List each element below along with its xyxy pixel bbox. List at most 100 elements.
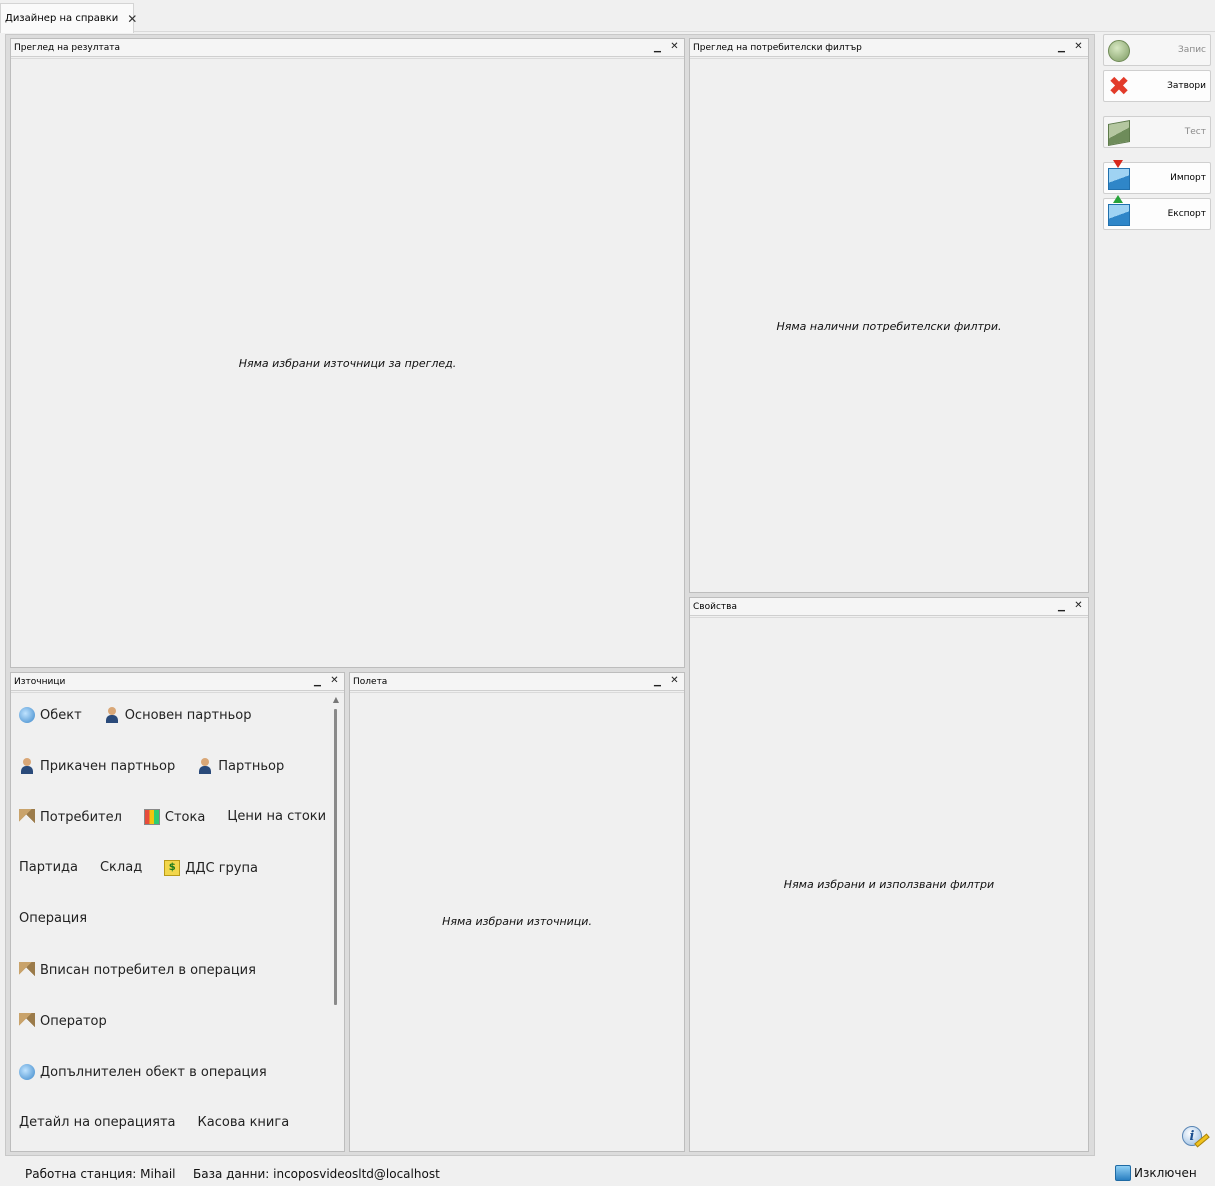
- help-info-icon[interactable]: i: [1180, 1124, 1210, 1154]
- vertical-scrollbar[interactable]: ▲: [330, 695, 342, 1149]
- source-item-label: Стока: [164, 809, 206, 825]
- source-item-label: Оператор: [40, 1013, 107, 1029]
- test-button[interactable]: Тест: [1103, 116, 1211, 148]
- source-item[interactable]: Касова книга: [198, 1115, 290, 1130]
- empty-message: Няма избрани източници.: [442, 915, 592, 928]
- fields-panel: Полета ▁ ✕ Няма избрани източници.: [349, 672, 685, 1152]
- keys-icon: [19, 1013, 35, 1029]
- source-item[interactable]: Потребител: [19, 809, 122, 825]
- source-item-label: Детайл на операцията: [19, 1115, 176, 1130]
- sources-row: Потребител Стока Цени на стоки: [19, 803, 326, 854]
- source-item-label: Склад: [99, 860, 143, 875]
- minimize-icon[interactable]: ▁: [1056, 41, 1067, 53]
- close-button-label: Затвори: [1167, 81, 1206, 91]
- goods-icon: [143, 809, 160, 825]
- user-filter-preview-panel: Преглед на потребителски филтър ▁ ✕ Няма…: [689, 38, 1089, 593]
- save-button-label: Запис: [1178, 45, 1206, 55]
- source-item-label: Потребител: [40, 809, 122, 825]
- panel-body: Обект Основен партньор Прикачен партньор Па…: [11, 692, 344, 1151]
- panel-title: Преглед на резултата: [14, 42, 121, 53]
- logout-icon: [1115, 1165, 1131, 1181]
- export-button-label: Експорт: [1167, 209, 1206, 219]
- panel-header: Източници ▁ ✕: [11, 673, 344, 691]
- properties-panel: Свойства ▁ ✕ Няма избрани и използвани ф…: [689, 597, 1089, 1152]
- source-item-label: Допълнителен обект в операция: [40, 1064, 267, 1080]
- empty-message: Няма избрани и използвани филтри: [783, 878, 995, 891]
- keys-icon: [19, 809, 35, 825]
- panel-title: Свойства: [693, 601, 737, 612]
- source-item[interactable]: $ ДДС група: [164, 860, 258, 876]
- sources-row: Допълнителен обект в операция: [19, 1058, 324, 1109]
- sources-row: Детайл на операцията Касова книга: [19, 1109, 324, 1160]
- person-icon: [197, 758, 213, 774]
- close-button[interactable]: ✖ Затвори: [1103, 70, 1211, 102]
- source-item-label: Прикачен партньор: [40, 758, 176, 774]
- import-button[interactable]: Импорт: [1103, 160, 1211, 194]
- source-item[interactable]: Допълнителен обект в операция: [19, 1064, 267, 1080]
- designer-workarea: Преглед на резултата ▁ ✕ Няма избрани из…: [5, 34, 1095, 1156]
- panel-body: Няма избрани и използвани филтри: [690, 617, 1088, 1151]
- sources-row: Оператор: [19, 1007, 324, 1058]
- source-item-label: Операция: [19, 911, 88, 926]
- test-button-label: Тест: [1184, 127, 1206, 137]
- source-item[interactable]: Склад: [100, 860, 142, 875]
- red-x-icon: ✖: [1108, 72, 1130, 102]
- panel-body: Няма избрани източници.: [350, 692, 684, 1151]
- panel-header: Преглед на потребителски филтър ▁ ✕: [690, 39, 1088, 57]
- minimize-icon[interactable]: ▁: [312, 675, 323, 687]
- source-item[interactable]: Партида: [19, 860, 78, 875]
- keys-icon: [19, 962, 35, 978]
- minimize-icon[interactable]: ▁: [1056, 600, 1067, 612]
- status-bar: Работна станция: Mihail База данни: inco…: [0, 1162, 1215, 1186]
- source-item[interactable]: Обект: [19, 707, 82, 723]
- source-item[interactable]: Прикачен партньор: [19, 758, 175, 774]
- close-icon[interactable]: ✕: [329, 675, 340, 687]
- sources-row: Вписан потребител в операция: [19, 956, 324, 1007]
- box-icon: [1108, 120, 1130, 146]
- logout-button[interactable]: Изключен: [1115, 1165, 1197, 1181]
- source-item-label: Вписан потребител в операция: [40, 962, 256, 978]
- database-status: База данни: incoposvideosltd@localhost: [193, 1167, 440, 1181]
- source-item-label: ДДС група: [185, 860, 258, 876]
- source-item[interactable]: Детайл на операцията: [19, 1115, 176, 1130]
- close-icon[interactable]: ✕: [1073, 41, 1084, 53]
- import-button-label: Импорт: [1170, 173, 1206, 183]
- person-icon: [19, 758, 35, 774]
- source-item[interactable]: Стока: [143, 809, 206, 825]
- scroll-up-arrow-icon[interactable]: ▲: [330, 695, 342, 705]
- source-item[interactable]: Цени на стоки: [227, 809, 326, 824]
- close-icon[interactable]: ✕: [669, 675, 680, 687]
- source-item-label: Касова книга: [197, 1115, 290, 1130]
- source-item[interactable]: Оператор: [19, 1013, 107, 1029]
- money-icon: $: [164, 860, 181, 876]
- panel-header: Преглед на резултата ▁ ✕: [11, 39, 684, 57]
- source-item[interactable]: Вписан потребител в операция: [19, 962, 256, 978]
- export-icon: [1108, 195, 1130, 226]
- result-preview-panel: Преглед на резултата ▁ ✕ Няма избрани из…: [10, 38, 685, 668]
- minimize-icon[interactable]: ▁: [652, 675, 663, 687]
- sources-list: Обект Основен партньор Прикачен партньор Па…: [19, 701, 326, 1160]
- close-icon[interactable]: ✕: [669, 41, 680, 53]
- document-tab-strip: Дизайнер на справки ✕: [0, 0, 1215, 33]
- minimize-icon[interactable]: ▁: [652, 41, 663, 53]
- close-icon[interactable]: ✕: [127, 12, 137, 26]
- globe-icon: [19, 707, 35, 723]
- empty-message: Няма избрани източници за преглед.: [238, 357, 457, 370]
- person-icon: [104, 707, 120, 723]
- logout-label: Изключен: [1134, 1166, 1197, 1180]
- tab-label: Дизайнер на справки: [5, 13, 119, 24]
- close-icon[interactable]: ✕: [1073, 600, 1084, 612]
- scroll-thumb[interactable]: [334, 709, 337, 1005]
- panel-header: Полета ▁ ✕: [350, 673, 684, 691]
- sources-row: Обект Основен партньор: [19, 701, 324, 752]
- panel-title: Полета: [353, 676, 388, 687]
- source-item[interactable]: Партньор: [197, 758, 284, 774]
- sources-panel: Източници ▁ ✕ Обект Основен партньор Прика…: [10, 672, 345, 1152]
- export-button[interactable]: Експорт: [1103, 195, 1211, 230]
- tab-report-designer[interactable]: Дизайнер на справки ✕: [0, 3, 137, 33]
- save-button[interactable]: Запис: [1103, 34, 1211, 66]
- source-item[interactable]: Основен партньор: [104, 707, 251, 723]
- panel-title: Източници: [14, 676, 66, 687]
- source-item[interactable]: Операция: [19, 911, 87, 926]
- panel-title: Преглед на потребителски филтър: [693, 42, 862, 53]
